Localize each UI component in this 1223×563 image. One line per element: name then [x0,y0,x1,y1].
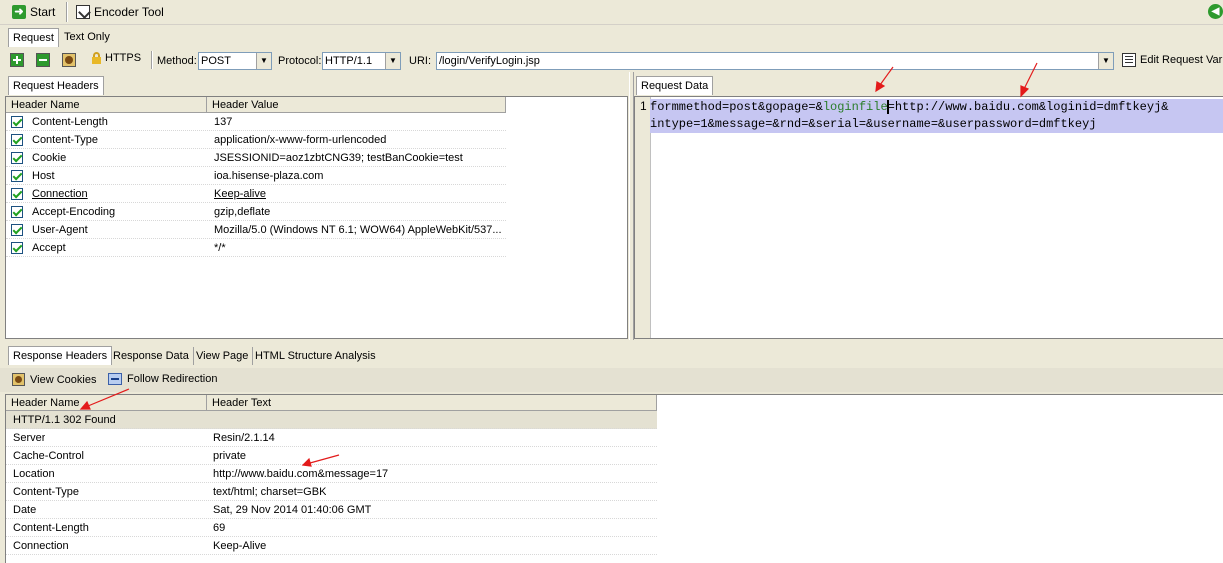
annotation-arrow [301,454,340,467]
annotation-arrow [79,388,130,410]
annotation-arrow [875,66,894,93]
annotation-arrow [1020,62,1038,98]
annotation-arrows [79,62,1038,467]
